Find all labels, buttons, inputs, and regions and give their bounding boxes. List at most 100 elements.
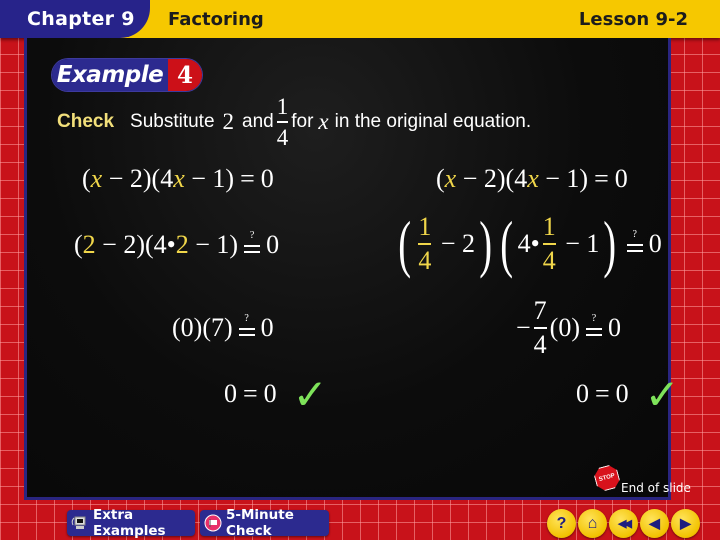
- instruction-and: and: [242, 111, 274, 132]
- minus-sign: −: [516, 313, 531, 342]
- math-token: − 1: [558, 229, 600, 258]
- fraction-denominator: 4: [276, 125, 289, 150]
- math-token: 0: [224, 379, 237, 408]
- variable-x: x: [318, 109, 329, 134]
- home-icon: ⌂: [587, 514, 598, 532]
- math-token: 0: [266, 230, 280, 259]
- math-token: − 2)(4•: [95, 230, 176, 259]
- questioned-equals-icon: ?: [238, 313, 255, 340]
- right-original-equation: (x − 2)(4 x − 1) = 0: [436, 162, 628, 196]
- fraction-seven-quarters: 74: [533, 296, 547, 359]
- instruction-text-after: in the original equation.: [334, 111, 532, 132]
- math-variable: x: [444, 164, 457, 193]
- equals-sign: =: [594, 164, 609, 193]
- check-mark-icon: ✓: [292, 369, 328, 419]
- instruction-text-before: Substitute: [130, 111, 215, 132]
- equals-sign: =: [243, 379, 258, 408]
- question-mark: ?: [632, 229, 637, 240]
- fraction-numerator: 1: [418, 212, 432, 241]
- left-paren: (: [500, 208, 514, 279]
- math-token: (: [82, 164, 91, 193]
- timer-icon: [204, 514, 222, 532]
- math-token: (0)(7): [172, 313, 233, 342]
- questioned-equals-icon: ?: [244, 230, 261, 257]
- substituted-value: 2: [175, 230, 189, 259]
- math-token: 0: [260, 164, 274, 193]
- chapter-tab: Chapter 9: [0, 0, 150, 38]
- question-mark: ?: [249, 230, 255, 241]
- home-button[interactable]: ⌂: [578, 509, 607, 538]
- math-token: 0: [576, 379, 589, 408]
- chapter-label: Chapter 9: [27, 8, 135, 30]
- question-mark: ?: [244, 313, 249, 324]
- math-token: 0: [648, 229, 662, 258]
- question-mark: ?: [591, 313, 597, 324]
- fraction-denominator: 4: [542, 246, 556, 275]
- example-word: Example: [52, 59, 168, 91]
- math-token: (0): [549, 313, 580, 342]
- math-token: − 1): [184, 164, 235, 193]
- math-variable: x: [527, 164, 539, 193]
- first-slide-button[interactable]: ◀◀: [609, 509, 638, 538]
- extra-examples-button[interactable]: Extra Examples: [67, 507, 195, 539]
- header-bar: Chapter 9 Factoring Lesson 9-2: [0, 0, 720, 38]
- section-title: Factoring: [168, 8, 264, 30]
- right-result-line: 0 = 0 ✓: [576, 370, 680, 419]
- math-token: − 2)(4: [102, 164, 174, 193]
- next-slide-button[interactable]: ▶: [671, 509, 700, 538]
- value-two: 2: [222, 109, 235, 134]
- check-label: Check: [57, 111, 115, 132]
- math-token: 0: [263, 379, 277, 408]
- math-variable: x: [90, 164, 103, 193]
- lesson-label: Lesson 9-2: [578, 8, 688, 30]
- instruction-for: for: [291, 111, 314, 132]
- math-token: 0: [608, 313, 621, 342]
- math-token: − 2: [434, 229, 475, 258]
- fraction-denominator: 4: [533, 330, 547, 359]
- right-paren: ): [479, 208, 493, 279]
- fraction-numerator: 1: [542, 212, 556, 241]
- example-badge: Example 4: [52, 59, 202, 91]
- math-token: 0: [614, 164, 628, 193]
- instruction-line: Check Substitute 2 and 1 4 for x in the …: [57, 92, 677, 152]
- questioned-equals-icon: ?: [626, 229, 643, 256]
- right-simplified-line: − 74 (0) ? 0: [516, 296, 621, 360]
- end-of-slide-label: End of slide: [621, 481, 691, 495]
- math-token: 4•: [517, 229, 540, 258]
- fraction-bar: [276, 121, 289, 123]
- math-variable: x: [173, 164, 185, 193]
- math-token: (: [436, 164, 445, 193]
- next-icon: ▶: [680, 515, 691, 531]
- equals-sign: =: [240, 164, 255, 193]
- math-token: 0: [615, 379, 629, 408]
- help-button[interactable]: ?: [547, 509, 576, 538]
- computer-icon: [71, 514, 89, 532]
- right-substitution-line: ( 14 − 2 )( 4• 14 − 1 ) ? 0: [394, 206, 662, 282]
- example-number: 4: [168, 59, 202, 91]
- help-icon: ?: [556, 514, 567, 532]
- left-substitution-line: (2 − 2)(4• 2 − 1) ? 0: [74, 228, 279, 262]
- five-minute-check-label: 5-Minute Check: [226, 507, 294, 539]
- math-token: − 2)(4: [456, 164, 528, 193]
- fraction-one-quarter: 14: [418, 212, 432, 275]
- math-token: − 1): [538, 164, 589, 193]
- questioned-equals-icon: ?: [586, 313, 602, 340]
- left-paren: (: [398, 208, 412, 279]
- first-slide-icon: ◀◀: [618, 518, 632, 530]
- five-minute-check-button[interactable]: 5-Minute Check: [200, 507, 329, 539]
- left-result-line: 0 = 0 ✓: [224, 370, 328, 419]
- end-of-slide: STOP End of slide: [595, 466, 691, 498]
- left-original-equation: (x − 2)(4 x − 1) = 0: [82, 162, 274, 196]
- previous-slide-button[interactable]: ◀: [640, 509, 669, 538]
- math-token: 0: [260, 313, 274, 342]
- stop-sign-icon: STOP: [592, 463, 621, 492]
- equals-sign: =: [595, 379, 610, 408]
- fraction-numerator: 7: [533, 296, 547, 325]
- fraction-denominator: 4: [418, 246, 432, 275]
- right-paren: ): [603, 208, 617, 279]
- fraction-one-quarter: 14: [542, 212, 556, 275]
- math-token: − 1): [188, 230, 239, 259]
- fraction-one-quarter: 1 4: [276, 95, 289, 150]
- check-mark-icon: ✓: [644, 369, 680, 419]
- math-token: (: [74, 230, 83, 259]
